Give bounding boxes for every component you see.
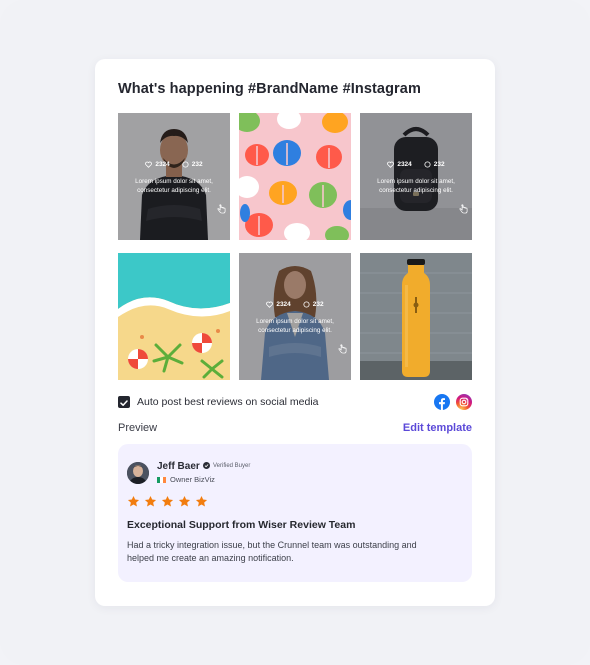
review-preview-card: Jeff Baer Verified Buyer Owner BizViz Ex… [118,444,472,582]
instagram-post-1[interactable]: 2324 232 Lorem ipsum dolor sit amet, con… [118,113,230,240]
edit-template-link[interactable]: Edit template [403,422,472,434]
ireland-flag-icon [157,477,166,483]
star-icon [195,495,208,507]
star-icon [161,495,174,507]
review-title: Exceptional Support from Wiser Review Te… [127,519,356,531]
reviewer-role: Owner BizViz [170,475,215,484]
comment-icon [424,161,431,168]
post-image-bottle [360,253,472,380]
star-rating [127,495,208,508]
instagram-post-2[interactable] [239,113,351,240]
post-caption: Lorem ipsum dolor sit amet, consectetur … [245,318,345,335]
instagram-post-3[interactable]: 2324 232 Lorem ipsum dolor sit amet, con… [360,113,472,240]
verified-label: Verified Buyer [213,462,251,469]
comments-count: 232 [191,161,203,168]
instagram-post-4[interactable] [118,253,230,380]
verified-check-icon [203,462,210,469]
likes-count: 2324 [276,301,291,308]
avatar [127,462,149,484]
caption-line: Lorem ipsum dolor sit amet, [377,178,455,185]
autopost-checkbox[interactable] [118,396,130,408]
verified-badge: Verified Buyer [203,462,250,469]
heart-icon [387,161,395,168]
post-stats: 2324 232 [118,161,230,168]
pointer-hand-icon [217,204,226,214]
widget-title: What's happening #BrandName #Instagram [118,81,421,97]
review-body: Had a tricky integration issue, but the … [127,539,447,565]
heart-icon [145,161,153,168]
caption-line: Lorem ipsum dolor sit amet, [256,318,334,325]
caption-line: consectetur adipiscing elit. [258,326,332,334]
post-hover-overlay [239,253,351,380]
likes-count: 2324 [155,161,170,168]
pointer-hand-icon [338,344,347,354]
likes-count: 2324 [397,161,412,168]
likes-stat: 2324 [145,161,170,168]
caption-line: Lorem ipsum dolor sit amet, [135,178,213,185]
review-body-line: helped me create an amazing notification… [127,553,294,563]
comment-icon [303,301,310,308]
instagram-post-6[interactable] [360,253,472,380]
comments-count: 232 [433,161,445,168]
comments-stat: 232 [424,161,445,168]
heart-icon [266,301,274,308]
comments-stat: 232 [303,301,324,308]
comments-stat: 232 [182,161,203,168]
post-hover-overlay [118,113,230,240]
star-icon [178,495,191,507]
comment-icon [182,161,189,168]
reviewer-photo [127,462,149,484]
post-caption: Lorem ipsum dolor sit amet, consectetur … [366,178,466,195]
reviewer-name: Jeff Baer [157,461,200,472]
post-hover-overlay [360,113,472,240]
social-icons [434,394,472,410]
post-image-monstera [239,113,351,240]
autopost-label: Auto post best reviews on social media [137,396,319,408]
instagram-post-5[interactable]: 2324 232 Lorem ipsum dolor sit amet, con… [239,253,351,380]
likes-stat: 2324 [387,161,412,168]
comments-count: 232 [312,301,324,308]
facebook-icon[interactable] [434,394,450,410]
instagram-grid: 2324 232 Lorem ipsum dolor sit amet, con… [118,113,472,381]
checkmark-icon [120,400,128,406]
post-stats: 2324 232 [239,301,351,308]
autopost-row: Auto post best reviews on social media [118,394,472,411]
review-widget-card: What's happening #BrandName #Instagram 2… [95,59,495,606]
star-icon [144,495,157,507]
instagram-icon[interactable] [456,394,472,410]
post-image-beach [118,253,230,380]
pointer-hand-icon [459,204,468,214]
likes-stat: 2324 [266,301,291,308]
post-caption: Lorem ipsum dolor sit amet, consectetur … [124,178,224,195]
preview-label: Preview [118,422,158,434]
review-body-line: Had a tricky integration issue, but the … [127,540,417,550]
post-stats: 2324 232 [360,161,472,168]
star-icon [127,495,140,507]
caption-line: consectetur adipiscing elit. [379,186,453,194]
caption-line: consectetur adipiscing elit. [137,186,211,194]
